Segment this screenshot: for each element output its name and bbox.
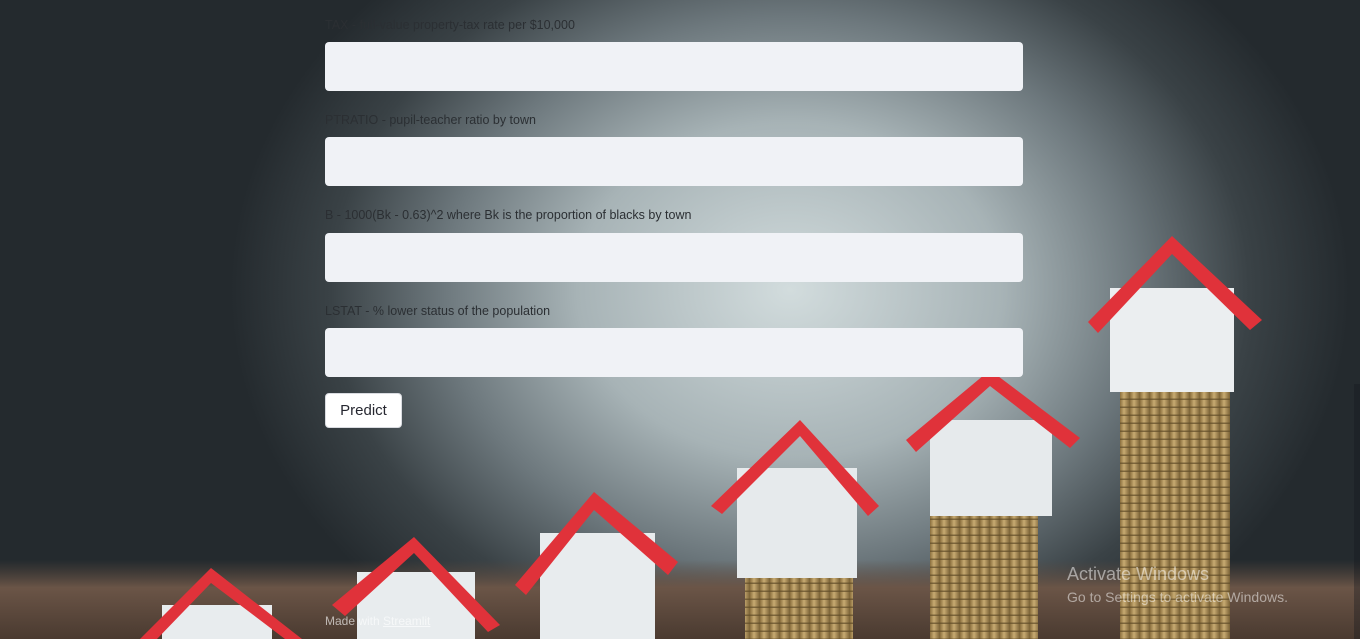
- footer: Made with Streamlit: [325, 614, 430, 628]
- tax-input[interactable]: [325, 42, 1023, 91]
- ptratio-label: PTRATIO - pupil-teacher ratio by town: [325, 113, 536, 127]
- activation-title: Activate Windows: [1067, 564, 1210, 584]
- windows-activation-watermark: Activate Windows Go to Settings to activ…: [1067, 564, 1288, 605]
- background-houses-coins-image: [0, 236, 1360, 639]
- lstat-input[interactable]: [325, 328, 1023, 377]
- footer-prefix: Made with: [325, 614, 380, 628]
- scrollbar[interactable]: [1354, 384, 1360, 639]
- predict-button[interactable]: Predict: [325, 393, 402, 428]
- b-label: B - 1000(Bk - 0.63)^2 where Bk is the pr…: [325, 208, 692, 222]
- streamlit-link[interactable]: Streamlit: [383, 614, 430, 628]
- activation-subtitle: Go to Settings to activate Windows.: [1067, 589, 1288, 605]
- b-input[interactable]: [325, 233, 1023, 282]
- ptratio-input[interactable]: [325, 137, 1023, 186]
- lstat-label: LSTAT - % lower status of the population: [325, 304, 551, 318]
- tax-label: TAX - full-value property-tax rate per $…: [325, 18, 575, 32]
